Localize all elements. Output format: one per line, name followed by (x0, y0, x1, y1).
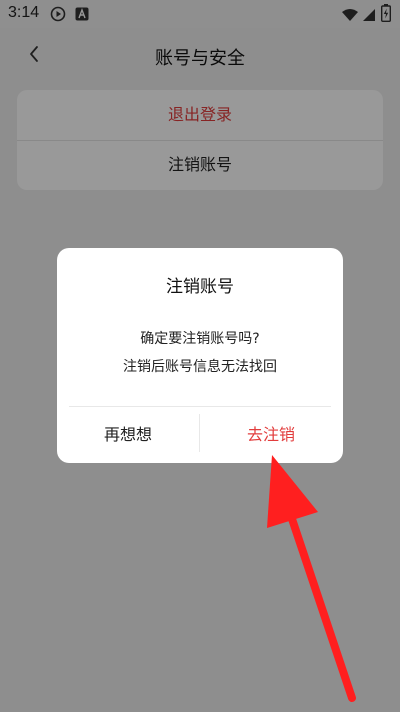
dialog-message-detail: 注销后账号信息无法找回 (123, 359, 277, 375)
confirm-deactivate-button[interactable]: 去注销 (200, 407, 342, 463)
dialog-message: 确定要注销账号吗? (140, 331, 260, 347)
dialog-title: 注销账号 (166, 277, 234, 297)
confirm-dialog: 注销账号 确定要注销账号吗? 注销后账号信息无法找回 再想想 去注销 (57, 248, 343, 463)
cancel-button[interactable]: 再想想 (57, 407, 199, 463)
